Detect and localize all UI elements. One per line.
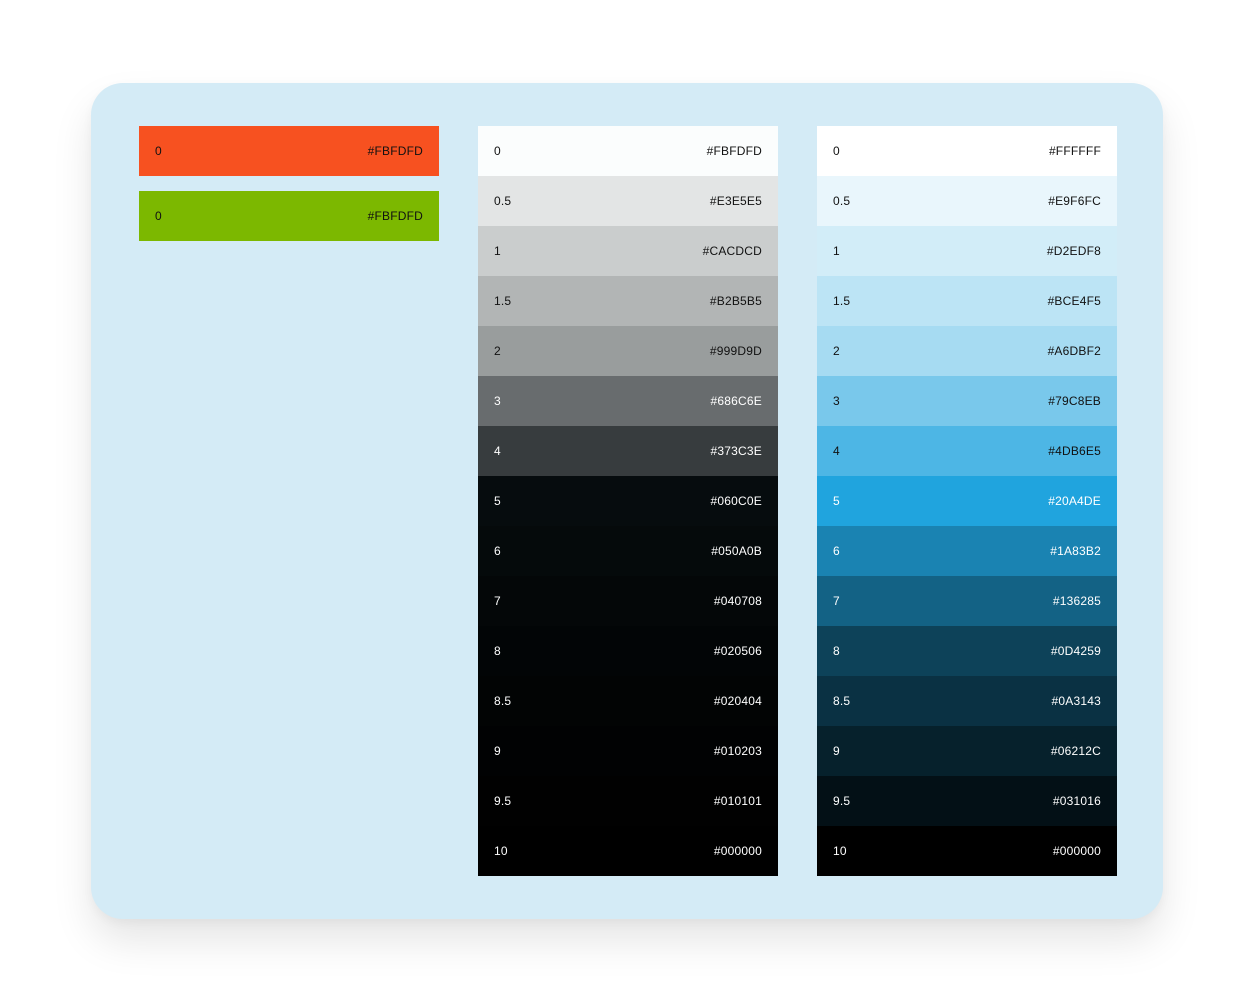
- neutral-scale: 0 #FBFDFD 0.5 #E3E5E5 1 #CACDCD 1.5 #B2B5B5 2 #99…: [478, 126, 778, 876]
- blue-swatch-9[interactable]: 9 #06212C: [817, 726, 1117, 776]
- swatch-step-label: 4: [833, 444, 840, 458]
- swatch-step-label: 2: [494, 344, 501, 358]
- swatch-step-label: 7: [833, 594, 840, 608]
- neutral-swatch-9-5[interactable]: 9.5 #010101: [478, 776, 778, 826]
- swatch-hex-value: #999D9D: [709, 344, 762, 358]
- swatch-hex-value: #1A83B2: [1050, 544, 1101, 558]
- swatch-hex-value: #136285: [1052, 594, 1101, 608]
- swatch-step-label: 0: [155, 144, 162, 158]
- swatch-hex-value: #FBFDFD: [367, 209, 423, 223]
- swatch-hex-value: #A6DBF2: [1047, 344, 1101, 358]
- neutral-swatch-8-5[interactable]: 8.5 #020404: [478, 676, 778, 726]
- blue-swatch-8-5[interactable]: 8.5 #0A3143: [817, 676, 1117, 726]
- swatch-hex-value: #FBFDFD: [367, 144, 423, 158]
- blue-swatch-8[interactable]: 8 #0D4259: [817, 626, 1117, 676]
- swatch-hex-value: #E3E5E5: [709, 194, 762, 208]
- neutral-swatch-6[interactable]: 6 #050A0B: [478, 526, 778, 576]
- neutral-swatch-5[interactable]: 5 #060C0E: [478, 476, 778, 526]
- swatch-hex-value: #20A4DE: [1048, 494, 1101, 508]
- swatch-step-label: 9: [833, 744, 840, 758]
- accent-swatch-orange[interactable]: 0 #FBFDFD: [139, 126, 439, 176]
- blue-swatch-10[interactable]: 10 #000000: [817, 826, 1117, 876]
- swatch-step-label: 9.5: [833, 794, 851, 808]
- swatch-step-label: 0: [833, 144, 840, 158]
- swatch-hex-value: #CACDCD: [702, 244, 762, 258]
- swatch-step-label: 8: [494, 644, 501, 658]
- swatch-hex-value: #0D4259: [1050, 644, 1101, 658]
- blue-swatch-9-5[interactable]: 9.5 #031016: [817, 776, 1117, 826]
- swatch-step-label: 10: [494, 844, 508, 858]
- swatch-hex-value: #FFFFFF: [1048, 144, 1101, 158]
- swatch-hex-value: #010101: [713, 794, 762, 808]
- blue-swatch-7[interactable]: 7 #136285: [817, 576, 1117, 626]
- neutral-swatch-1-5[interactable]: 1.5 #B2B5B5: [478, 276, 778, 326]
- swatch-step-label: 0.5: [494, 194, 512, 208]
- swatch-step-label: 2: [833, 344, 840, 358]
- swatch-hex-value: #020506: [713, 644, 762, 658]
- blue-swatch-5[interactable]: 5 #20A4DE: [817, 476, 1117, 526]
- swatch-step-label: 7: [494, 594, 501, 608]
- neutral-swatch-9[interactable]: 9 #010203: [478, 726, 778, 776]
- swatch-step-label: 6: [833, 544, 840, 558]
- swatch-step-label: 1: [833, 244, 840, 258]
- swatch-step-label: 6: [494, 544, 501, 558]
- swatch-hex-value: #0A3143: [1051, 694, 1101, 708]
- swatch-hex-value: #79C8EB: [1048, 394, 1101, 408]
- neutral-swatch-4[interactable]: 4 #373C3E: [478, 426, 778, 476]
- swatch-step-label: 8.5: [494, 694, 512, 708]
- swatch-step-label: 5: [494, 494, 501, 508]
- blue-swatch-3[interactable]: 3 #79C8EB: [817, 376, 1117, 426]
- neutral-swatch-0-5[interactable]: 0.5 #E3E5E5: [478, 176, 778, 226]
- blue-swatch-1[interactable]: 1 #D2EDF8: [817, 226, 1117, 276]
- accent-swatches: 0 #FBFDFD 0 #FBFDFD: [139, 126, 439, 256]
- swatch-hex-value: #000000: [713, 844, 762, 858]
- swatch-hex-value: #FBFDFD: [706, 144, 762, 158]
- swatch-hex-value: #BCE4F5: [1047, 294, 1101, 308]
- blue-swatch-6[interactable]: 6 #1A83B2: [817, 526, 1117, 576]
- swatch-step-label: 9: [494, 744, 501, 758]
- swatch-hex-value: #050A0B: [711, 544, 762, 558]
- swatch-step-label: 10: [833, 844, 847, 858]
- swatch-step-label: 0: [494, 144, 501, 158]
- swatch-hex-value: #020404: [713, 694, 762, 708]
- swatch-hex-value: #E9F6FC: [1048, 194, 1101, 208]
- blue-swatch-2[interactable]: 2 #A6DBF2: [817, 326, 1117, 376]
- blue-swatch-0[interactable]: 0 #FFFFFF: [817, 126, 1117, 176]
- neutral-swatch-1[interactable]: 1 #CACDCD: [478, 226, 778, 276]
- neutral-swatch-10[interactable]: 10 #000000: [478, 826, 778, 876]
- swatch-hex-value: #040708: [713, 594, 762, 608]
- swatch-step-label: 9.5: [494, 794, 512, 808]
- neutral-swatch-3[interactable]: 3 #686C6E: [478, 376, 778, 426]
- blue-swatch-1-5[interactable]: 1.5 #BCE4F5: [817, 276, 1117, 326]
- accent-swatch-green[interactable]: 0 #FBFDFD: [139, 191, 439, 241]
- swatch-step-label: 5: [833, 494, 840, 508]
- swatch-step-label: 1: [494, 244, 501, 258]
- swatch-hex-value: #4DB6E5: [1048, 444, 1101, 458]
- blue-swatch-4[interactable]: 4 #4DB6E5: [817, 426, 1117, 476]
- swatch-hex-value: #686C6E: [710, 394, 762, 408]
- neutral-swatch-2[interactable]: 2 #999D9D: [478, 326, 778, 376]
- swatch-hex-value: #010203: [713, 744, 762, 758]
- swatch-hex-value: #060C0E: [710, 494, 762, 508]
- swatch-hex-value: #373C3E: [710, 444, 762, 458]
- swatch-step-label: 3: [494, 394, 501, 408]
- swatch-hex-value: #06212C: [1050, 744, 1101, 758]
- swatch-step-label: 3: [833, 394, 840, 408]
- neutral-swatch-7[interactable]: 7 #040708: [478, 576, 778, 626]
- swatch-step-label: 8: [833, 644, 840, 658]
- blue-swatch-0-5[interactable]: 0.5 #E9F6FC: [817, 176, 1117, 226]
- blue-scale: 0 #FFFFFF 0.5 #E9F6FC 1 #D2EDF8 1.5 #BCE4F5 2 #A6…: [817, 126, 1117, 876]
- swatch-step-label: 1.5: [494, 294, 512, 308]
- swatch-hex-value: #D2EDF8: [1046, 244, 1101, 258]
- swatch-step-label: 0.5: [833, 194, 851, 208]
- swatch-step-label: 8.5: [833, 694, 851, 708]
- swatch-step-label: 4: [494, 444, 501, 458]
- swatch-step-label: 1.5: [833, 294, 851, 308]
- neutral-swatch-0[interactable]: 0 #FBFDFD: [478, 126, 778, 176]
- swatch-hex-value: #031016: [1052, 794, 1101, 808]
- neutral-swatch-8[interactable]: 8 #020506: [478, 626, 778, 676]
- swatch-step-label: 0: [155, 209, 162, 223]
- swatch-hex-value: #000000: [1052, 844, 1101, 858]
- swatch-hex-value: #B2B5B5: [709, 294, 762, 308]
